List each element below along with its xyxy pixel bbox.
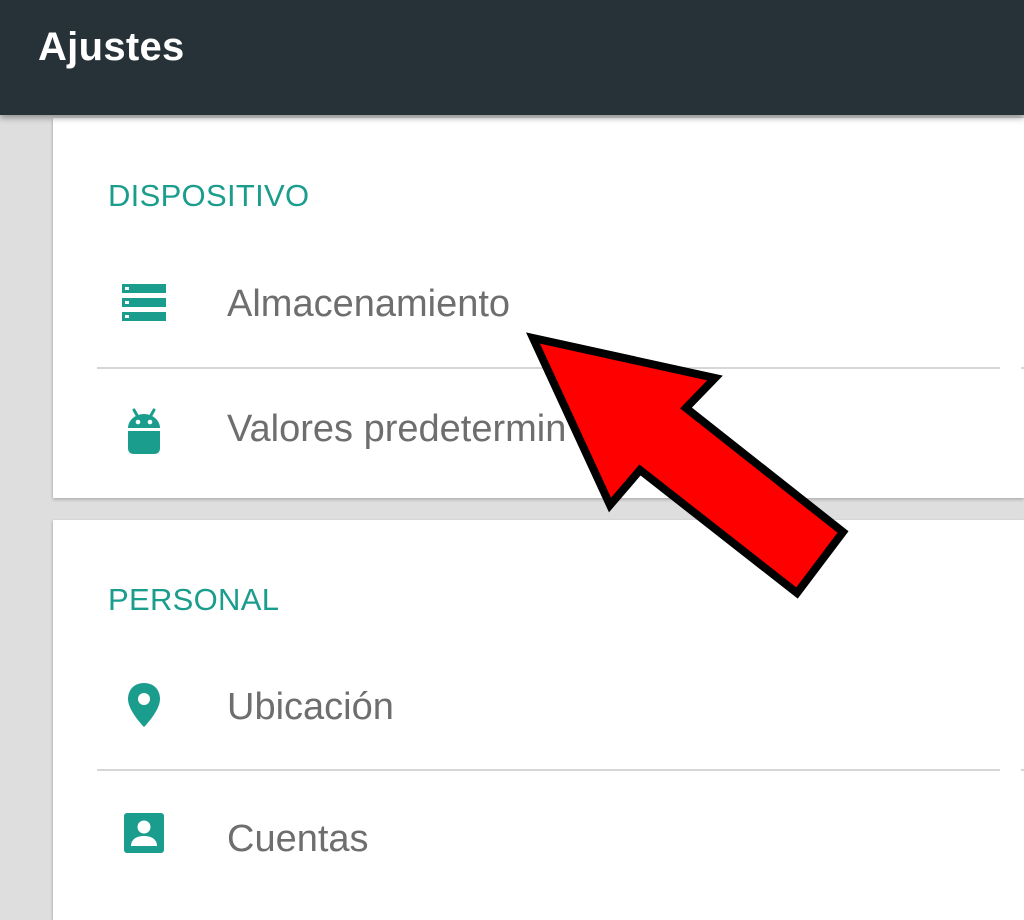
page-title: Ajustes [38, 25, 185, 69]
section-header-dispositivo: DISPOSITIVO [108, 178, 310, 213]
device-section-card: DISPOSITIVO Almacenamiento Valores prede… [53, 118, 1024, 498]
location-pin-icon [128, 683, 160, 727]
settings-item-label: Ubicación [227, 686, 394, 728]
section-header-personal: PERSONAL [108, 582, 280, 617]
settings-item-default-values[interactable]: Valores predetermin [53, 370, 1024, 490]
divider [97, 769, 1000, 771]
settings-item-storage[interactable]: Almacenamiento [53, 243, 1024, 363]
android-icon [128, 408, 160, 454]
settings-item-label: Almacenamiento [227, 283, 511, 325]
settings-item-label: Valores predetermin [227, 408, 567, 450]
divider [97, 367, 1000, 369]
account-icon [124, 813, 164, 853]
settings-item-label: Cuentas [227, 818, 369, 860]
storage-icon [122, 284, 166, 321]
settings-item-accounts[interactable]: Cuentas [53, 772, 1024, 892]
settings-item-location[interactable]: Ubicación [53, 647, 1024, 767]
app-bar: Ajustes [0, 0, 1024, 115]
personal-section-card: PERSONAL Ubicación Cuentas [53, 520, 1024, 920]
